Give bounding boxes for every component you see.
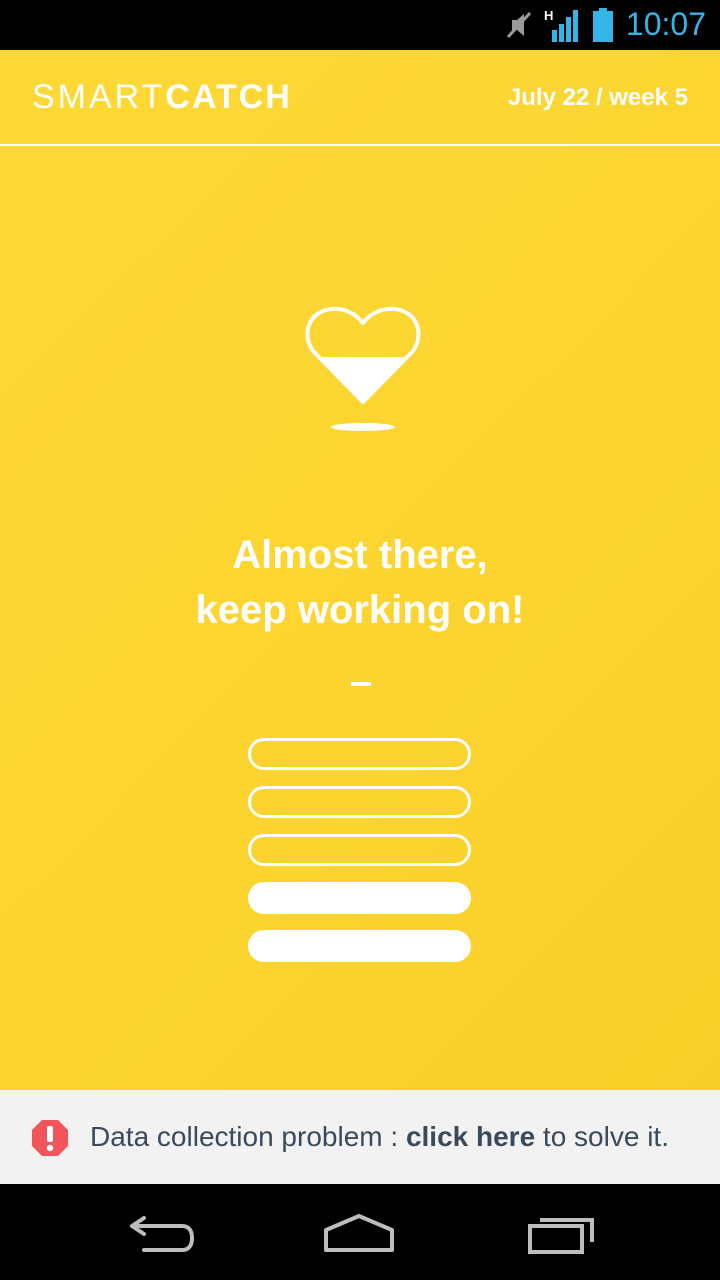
message-line-2: keep working on!: [195, 588, 525, 632]
logo-smart: SMART: [32, 78, 166, 116]
banner-text-before: Data collection problem :: [90, 1121, 406, 1152]
back-icon[interactable]: [124, 1212, 196, 1256]
clock: 10:07: [625, 6, 706, 42]
recents-icon[interactable]: [526, 1212, 598, 1256]
banner-text-after: to solve it.: [535, 1121, 669, 1152]
level-bar: [248, 786, 471, 818]
level-bar: [248, 882, 471, 914]
separator-dash: [351, 682, 371, 686]
svg-text:H: H: [544, 8, 553, 23]
mute-icon: [506, 11, 532, 39]
app-screen: SMARTCATCH July 22 / week 5 Almost there…: [0, 50, 720, 1090]
signal-icon: H: [544, 8, 578, 42]
level-bar: [248, 834, 471, 866]
heart-half-icon: [305, 306, 421, 431]
message-line-1: Almost there,: [232, 533, 488, 577]
level-bar: [248, 930, 471, 962]
logo-catch: CATCH: [165, 78, 292, 116]
home-icon[interactable]: [323, 1212, 395, 1256]
click-here-link[interactable]: click here: [406, 1121, 535, 1152]
app-header: SMARTCATCH July 22 / week 5: [0, 50, 720, 146]
banner-message[interactable]: Data collection problem : click here to …: [90, 1121, 669, 1153]
level-bar: [248, 738, 471, 770]
motivation-message: Almost there, keep working on!: [0, 528, 720, 638]
progress-levels: [248, 738, 471, 978]
status-bar: H 10:07: [0, 0, 720, 50]
alert-icon: [32, 1120, 68, 1156]
battery-icon: [593, 8, 613, 42]
app-logo: SMARTCATCH: [32, 78, 292, 117]
date-week-label: July 22 / week 5: [507, 84, 688, 111]
